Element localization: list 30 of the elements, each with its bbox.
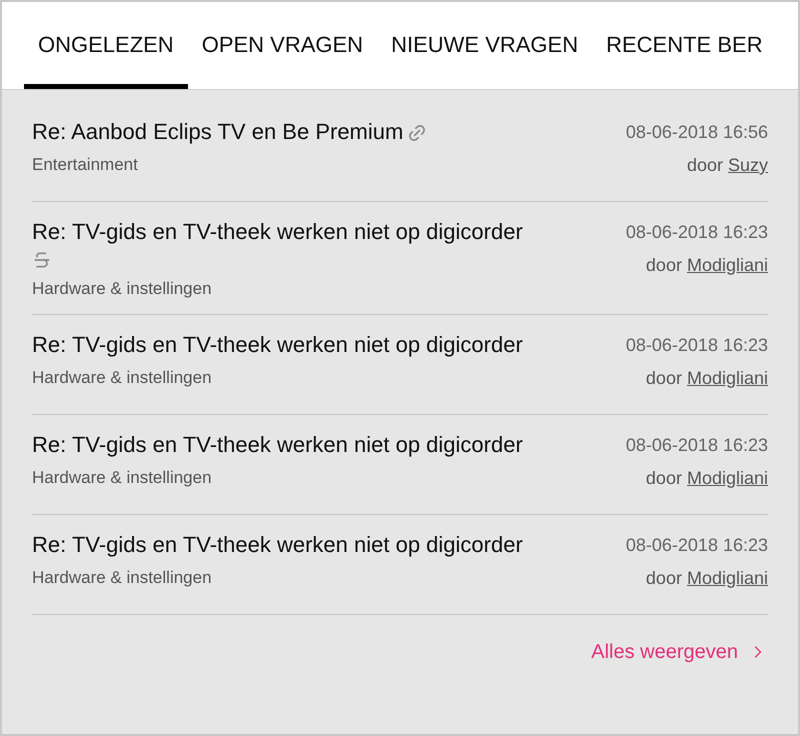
author-link[interactable]: Suzy — [728, 152, 768, 179]
tab[interactable]: RECENTE BER — [592, 2, 777, 89]
author-prefix: door — [646, 254, 682, 277]
post-category: Hardware & instellingen — [32, 278, 213, 300]
author-link[interactable]: Modigliani — [686, 564, 768, 592]
tab[interactable]: NIEUWE VRAGEN — [377, 2, 592, 89]
post-title[interactable]: Re: Aanbod Eclips TV en Be Premium — [32, 119, 404, 144]
post-date: 08-06-2018 16:56 — [626, 121, 768, 144]
post-title[interactable]: Re: TV-gids en TV-theek werken niet op digicorder — [32, 332, 523, 356]
post-category: Entertainment — [32, 154, 139, 176]
author-prefix: door — [646, 466, 682, 490]
author-link[interactable]: Modigliani — [686, 364, 768, 392]
post-date: 08-06-2018 16:23 — [626, 434, 768, 456]
author-prefix: door — [686, 154, 723, 177]
author-prefix: door — [646, 366, 682, 390]
post-category: Hardware & instellingen — [32, 366, 213, 388]
post-title[interactable]: Re: TV-gids en TV-theek werken niet op digicorder — [32, 532, 523, 556]
strikethrough-icon — [32, 250, 52, 270]
post-category: Hardware & instellingen — [32, 566, 213, 588]
post-title[interactable]: Re: TV-gids en TV-theek werken niet op digicorder — [32, 432, 523, 456]
tab[interactable]: ONGELEZEN — [24, 2, 188, 89]
post-date: 08-06-2018 16:23 — [626, 221, 768, 244]
post-title[interactable]: Re: TV-gids en TV-theek werken niet op digicorder — [32, 219, 523, 244]
post-date: 08-06-2018 16:23 — [626, 534, 768, 556]
post-category: Hardware & instellingen — [32, 466, 213, 488]
author-prefix: door — [646, 566, 682, 590]
post-date: 08-06-2018 16:23 — [626, 334, 768, 356]
tab[interactable]: OPEN VRAGEN — [188, 2, 378, 89]
author-link[interactable]: Modigliani — [686, 464, 768, 492]
author-link[interactable]: Modigliani — [686, 252, 768, 279]
